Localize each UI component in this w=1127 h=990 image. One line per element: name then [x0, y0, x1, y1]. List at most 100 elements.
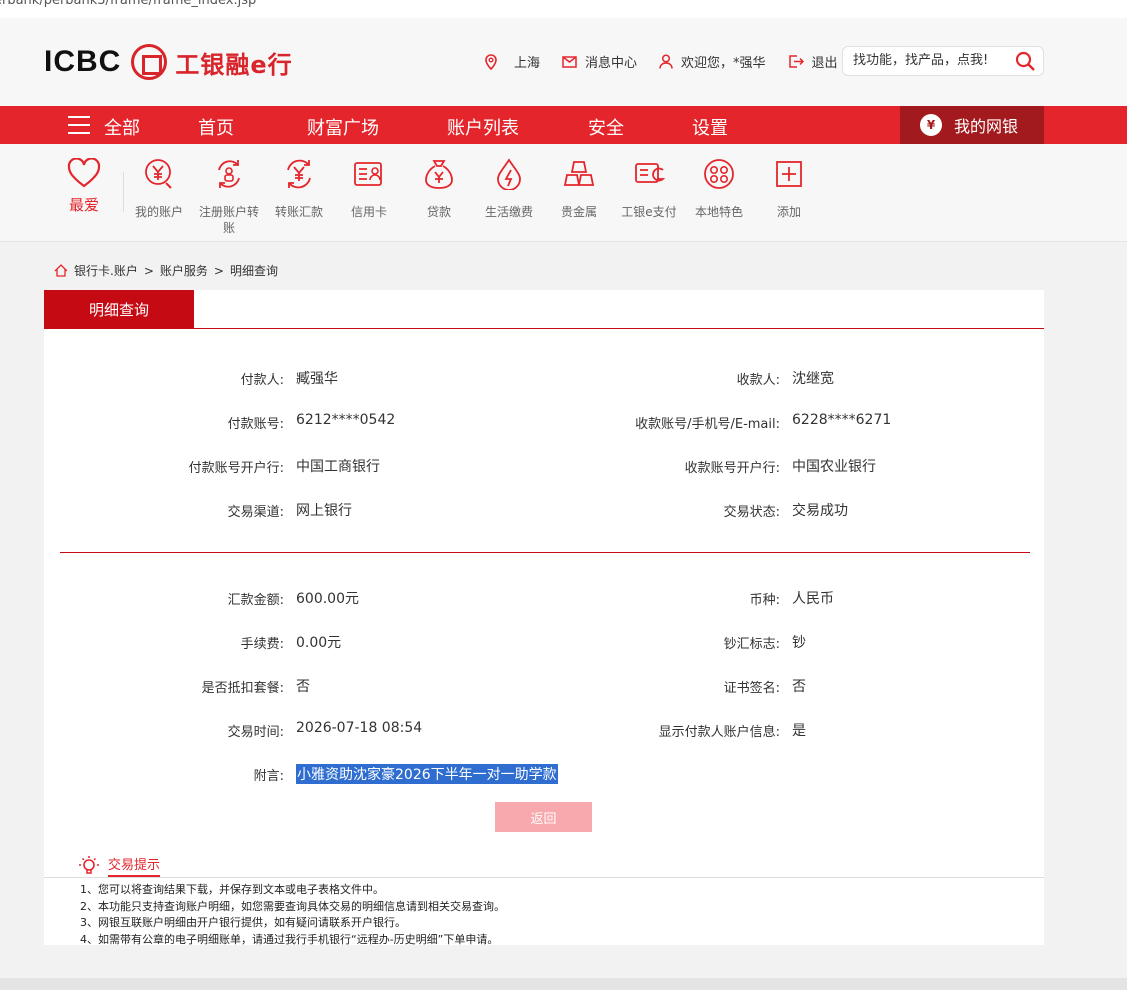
- message-center-label: 消息中心: [585, 56, 638, 71]
- window-bottom-scrollbar[interactable]: [0, 978, 1127, 990]
- icbc-logo[interactable]: ICBC 工银融e行: [44, 42, 293, 82]
- location-icon: [485, 53, 497, 70]
- quick-local[interactable]: 本地特色: [684, 158, 754, 220]
- payee-value: 沈继宽: [792, 371, 834, 387]
- search-input[interactable]: [853, 53, 1013, 68]
- trade-time-label: 交易时间:: [227, 725, 284, 740]
- logo-icbc-text: ICBC: [44, 45, 122, 78]
- cash-flag-value: 钞: [792, 635, 806, 651]
- my-ebank-button[interactable]: ¥ 我的网银: [900, 106, 1044, 144]
- browser-url-bar[interactable]: erbank/perbank3/frame/frame_index.jsp: [0, 0, 1127, 18]
- quick-credit-card-label: 信用卡: [350, 205, 387, 219]
- quick-utility[interactable]: 生活缴费: [474, 158, 544, 220]
- user-icon: [659, 54, 673, 69]
- breadcrumb-item-card[interactable]: 银行卡.账户: [74, 262, 138, 279]
- status-label: 交易状态:: [723, 505, 780, 520]
- tip-item: 3、网银互联账户明细由开户银行提供，如有疑问请联系开户银行。: [80, 916, 406, 929]
- tab-underline: [44, 328, 1044, 329]
- logout-icon: [788, 55, 804, 68]
- tip-item: 4、如需带有公章的电子明细账单，请通过我行手机银行“远程办-历史明细”下单申请。: [80, 932, 499, 946]
- back-button[interactable]: 返回: [495, 802, 592, 832]
- quick-utility-label: 生活缴费: [484, 205, 533, 219]
- tab-detail-query[interactable]: 明细查询: [44, 290, 194, 328]
- favorites-label: 最爱: [68, 196, 99, 214]
- quick-gold[interactable]: 贵金属: [544, 158, 614, 220]
- search-icon[interactable]: [1015, 51, 1035, 71]
- payee-account-label: 收款账号/手机号/E-mail:: [635, 417, 780, 432]
- nav-security[interactable]: 安全: [588, 114, 624, 140]
- welcome-link[interactable]: 欢迎您，*强华: [659, 52, 766, 71]
- location-link[interactable]: 上海: [484, 52, 540, 71]
- register-transfer-icon: [218, 160, 240, 188]
- channel-value: 网上银行: [296, 503, 352, 519]
- trade-time-value: 2026-07-18 08:54: [296, 720, 423, 736]
- show-payer-label: 显示付款人账户信息:: [658, 725, 780, 740]
- fee-label: 手续费:: [240, 637, 284, 652]
- quick-transfer[interactable]: 转账汇款: [264, 158, 334, 220]
- hamburger-menu-icon[interactable]: [68, 116, 90, 134]
- tip-item: 1、您可以将查询结果下载，并保存到文本或电子表格文件中。: [80, 883, 384, 896]
- location-label: 上海: [514, 56, 541, 71]
- message-center-link[interactable]: 消息中心: [562, 52, 637, 71]
- section-divider: [60, 552, 1030, 553]
- heart-icon: [67, 157, 101, 188]
- logo-cn-text: 工银融e行: [175, 50, 293, 79]
- icbc-seal-icon: [131, 44, 168, 80]
- quick-my-account[interactable]: 我的账户: [124, 158, 194, 220]
- cert-sign-label: 证书签名:: [723, 681, 780, 696]
- money-bag-icon: ¥: [920, 114, 942, 136]
- nav-wealth[interactable]: 财富广场: [307, 114, 379, 140]
- nav-accounts[interactable]: 账户列表: [447, 114, 519, 140]
- breadcrumb-item-service[interactable]: 账户服务: [160, 262, 208, 279]
- cert-sign-value: 否: [792, 679, 806, 695]
- utility-icon: [497, 158, 521, 191]
- status-value: 交易成功: [792, 503, 848, 519]
- loan-icon: [425, 160, 453, 189]
- favorites-item[interactable]: 最爱: [64, 157, 104, 215]
- currency-value: 人民币: [792, 591, 834, 607]
- quick-register-transfer-label: 注册账户转账: [198, 205, 259, 235]
- credit-card-icon: [354, 162, 382, 186]
- breadcrumb-separator: >: [213, 263, 224, 278]
- epay-icon: [635, 163, 666, 183]
- logout-label: 退出: [811, 56, 838, 71]
- amount-label: 汇款金额:: [227, 593, 284, 608]
- my-account-icon: [145, 159, 172, 189]
- quick-transfer-label: 转账汇款: [274, 205, 323, 219]
- quick-function-bar: 最爱 我的账户 注册账户转账 转账汇款 信用卡 贷款 生活缴费 贵金属 工银e支…: [0, 144, 1127, 242]
- nav-all[interactable]: 全部: [104, 114, 140, 140]
- nav-home[interactable]: 首页: [198, 114, 234, 140]
- search-box[interactable]: [842, 46, 1044, 76]
- mail-icon: [562, 55, 577, 68]
- tips-list: 1、您可以将查询结果下载，并保存到文本或电子表格文件中。 2、本功能只支持查询账…: [80, 882, 505, 948]
- lightbulb-icon: [79, 855, 99, 874]
- local-icon: [704, 159, 734, 189]
- quick-loan[interactable]: 贷款: [404, 158, 474, 220]
- show-payer-value: 是: [792, 723, 806, 739]
- cash-flag-label: 钞汇标志:: [723, 637, 780, 652]
- quick-add[interactable]: 添加: [754, 158, 824, 220]
- quick-loan-label: 贷款: [426, 205, 451, 219]
- home-icon[interactable]: [54, 264, 68, 277]
- quick-register-transfer[interactable]: 注册账户转账: [194, 158, 264, 236]
- my-ebank-label: 我的网银: [954, 117, 1019, 136]
- logout-link[interactable]: 退出: [788, 52, 838, 71]
- quick-local-label: 本地特色: [694, 205, 743, 219]
- note-value: 小雅资助沈家豪2026下半年一对一助学款: [296, 764, 558, 784]
- nav-settings[interactable]: 设置: [692, 114, 728, 140]
- tips-divider: [44, 877, 1044, 878]
- payer-bank-label: 付款账号开户行:: [188, 461, 284, 476]
- quick-epay[interactable]: 工银e支付: [614, 158, 684, 220]
- channel-label: 交易渠道:: [227, 505, 284, 520]
- gold-icon: [563, 161, 595, 186]
- breadcrumb-separator: >: [143, 263, 154, 278]
- quick-credit-card[interactable]: 信用卡: [334, 158, 404, 220]
- tips-section: 交易提示 1、您可以将查询结果下载，并保存到文本或电子表格文件中。 2、本功能只…: [44, 840, 1044, 948]
- detail-panel: 明细查询 付款人: 臧强华 收款人: 沈继宽 付款账号: 6212****054…: [44, 290, 1044, 948]
- amount-value: 600.00元: [296, 591, 359, 607]
- tip-item: 2、本功能只支持查询账户明细，如您需要查询具体交易的明细信息请到相关交易查询。: [80, 899, 505, 913]
- currency-label: 币种:: [749, 593, 780, 608]
- quick-epay-label: 工银e支付: [621, 205, 677, 219]
- top-links: 上海 消息中心 欢迎您，*强华 退出: [484, 52, 860, 71]
- quick-gold-label: 贵金属: [560, 205, 597, 219]
